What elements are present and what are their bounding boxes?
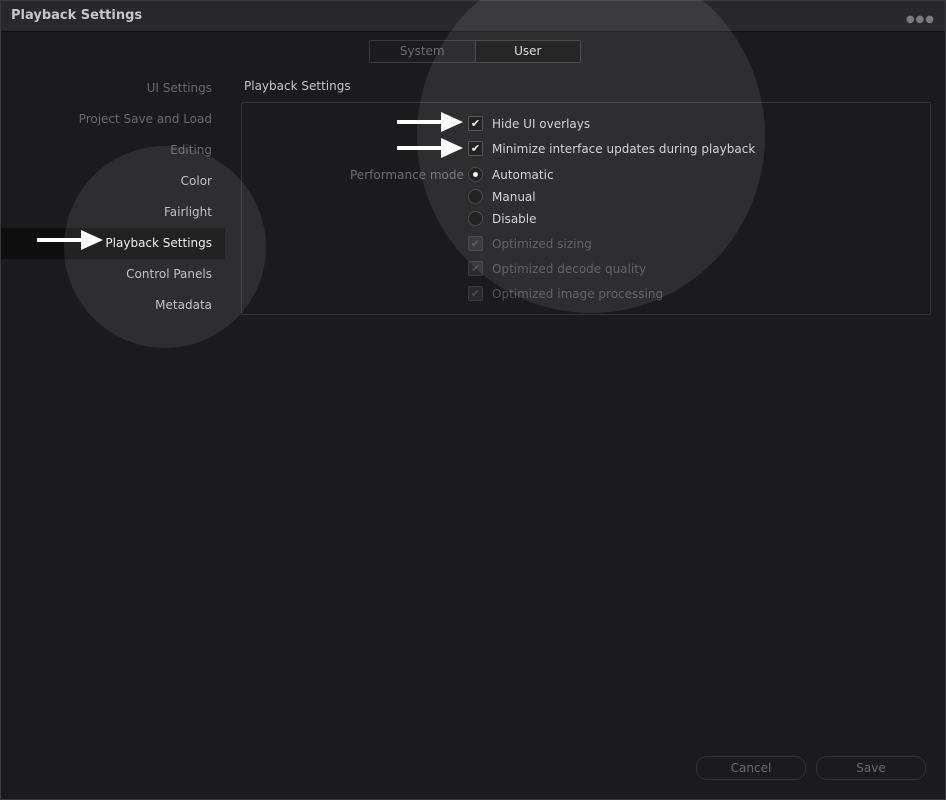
sidebar-item-ui-settings[interactable]: UI Settings xyxy=(1,73,225,104)
more-icon[interactable]: ●●● xyxy=(906,14,935,25)
minimize-updates-checkbox[interactable]: ✔ xyxy=(468,141,483,156)
section-title: Playback Settings xyxy=(244,79,351,93)
preferences-window: Playback Settings ●●● System User UI Set… xyxy=(0,0,946,800)
arrow-icon xyxy=(397,138,463,158)
radio-automatic-label: Automatic xyxy=(492,168,554,182)
minimize-updates-label: Minimize interface updates during playba… xyxy=(492,142,756,156)
optimized-sizing-checkbox: ✔ xyxy=(468,236,483,251)
radio-disable-label: Disable xyxy=(492,212,537,226)
optimized-image-checkbox: ✔ xyxy=(468,286,483,301)
scope-tabs: System User xyxy=(369,40,581,63)
sidebar-item-playback-settings[interactable]: Playback Settings xyxy=(1,228,225,259)
sidebar-item-metadata[interactable]: Metadata xyxy=(1,290,225,321)
tab-user[interactable]: User xyxy=(475,41,580,62)
cancel-button[interactable]: Cancel xyxy=(696,756,806,780)
title-bar: Playback Settings ●●● xyxy=(1,1,945,32)
tab-system[interactable]: System xyxy=(370,41,476,62)
sidebar-item-editing[interactable]: Editing xyxy=(1,135,225,166)
radio-disable[interactable] xyxy=(468,211,483,226)
optimized-decode-checkbox: ✔ xyxy=(468,261,483,276)
sidebar-item-color[interactable]: Color xyxy=(1,166,225,197)
performance-mode-label: Performance mode xyxy=(350,168,464,182)
arrow-icon xyxy=(397,112,463,132)
radio-automatic[interactable] xyxy=(468,167,483,182)
settings-panel xyxy=(241,102,931,315)
hide-ui-overlays-label: Hide UI overlays xyxy=(492,117,591,131)
sidebar: UI Settings Project Save and Load Editin… xyxy=(1,73,225,321)
optimized-image-label: Optimized image processing xyxy=(492,287,664,301)
sidebar-item-control-panels[interactable]: Control Panels xyxy=(1,259,225,290)
radio-manual-label: Manual xyxy=(492,190,536,204)
sidebar-item-fairlight[interactable]: Fairlight xyxy=(1,197,225,228)
sidebar-item-project-save-and-load[interactable]: Project Save and Load xyxy=(1,104,225,135)
optimized-sizing-label: Optimized sizing xyxy=(492,237,592,251)
arrow-icon xyxy=(37,230,103,250)
radio-manual[interactable] xyxy=(468,189,483,204)
optimized-decode-label: Optimized decode quality xyxy=(492,262,647,276)
save-button[interactable]: Save xyxy=(816,756,926,780)
hide-ui-overlays-checkbox[interactable]: ✔ xyxy=(468,116,483,131)
window-title: Playback Settings xyxy=(11,8,143,23)
